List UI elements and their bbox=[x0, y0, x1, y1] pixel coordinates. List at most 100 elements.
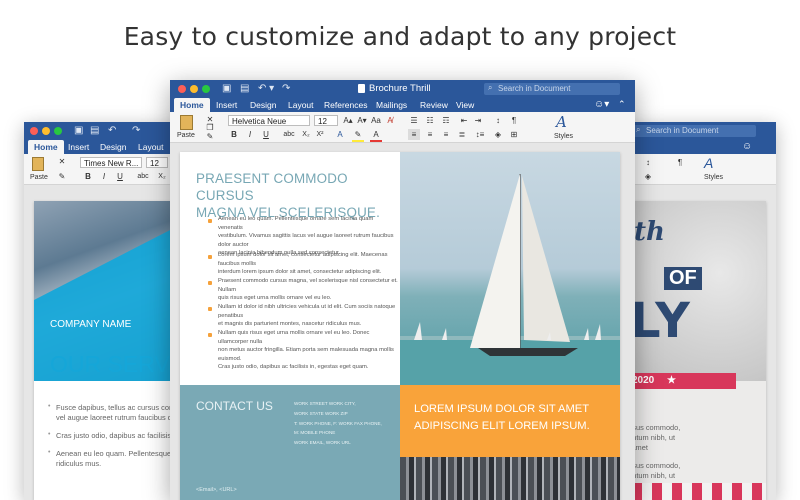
styles-label[interactable]: Styles bbox=[704, 174, 723, 181]
search-icon: ⌕ bbox=[636, 125, 641, 134]
bullets-button[interactable]: ☰ bbox=[408, 115, 420, 126]
smiley-icon[interactable]: ☺ bbox=[742, 141, 752, 152]
company-name: COMPANY NAME bbox=[50, 319, 132, 330]
sidebar-icon[interactable]: ▣ bbox=[74, 125, 83, 136]
font-name-box[interactable]: Helvetica Neue bbox=[228, 115, 310, 126]
tab-review[interactable]: Review bbox=[414, 98, 454, 112]
bullet-icon bbox=[208, 255, 212, 259]
undo-icon[interactable]: ↶ ▾ bbox=[258, 83, 274, 94]
tab-mailings[interactable]: Mailings bbox=[370, 98, 413, 112]
borders-button[interactable]: ⊞ bbox=[508, 129, 520, 140]
zoom-button[interactable] bbox=[202, 85, 210, 93]
font-name-box[interactable]: Times New R... bbox=[80, 157, 142, 168]
strikethrough-button[interactable]: abc bbox=[280, 129, 298, 140]
bold-button[interactable]: B bbox=[228, 129, 240, 140]
align-right-button[interactable]: ≡ bbox=[440, 129, 452, 140]
tab-layout[interactable]: Layout bbox=[132, 140, 170, 154]
tab-design[interactable]: Design bbox=[244, 98, 282, 112]
sidebar-icon[interactable]: ▣ bbox=[222, 83, 231, 94]
multilevel-list-button[interactable]: ☶ bbox=[440, 115, 452, 126]
bold-button[interactable]: B bbox=[82, 171, 94, 182]
superscript-button[interactable]: X² bbox=[314, 129, 326, 140]
tab-home[interactable]: Home bbox=[174, 98, 210, 112]
subscript-button[interactable]: X₂ bbox=[156, 171, 168, 182]
tab-view[interactable]: View bbox=[450, 98, 480, 112]
text-effects-button[interactable]: A bbox=[334, 129, 346, 140]
close-button[interactable] bbox=[178, 85, 186, 93]
underline-button[interactable]: U bbox=[260, 129, 272, 140]
align-left-button[interactable]: ≡ bbox=[408, 129, 420, 140]
year-ribbon: 2020 ★ bbox=[618, 373, 736, 389]
styles-icon[interactable]: A bbox=[704, 155, 713, 171]
increase-indent-button[interactable]: ⇥ bbox=[472, 115, 484, 126]
save-icon[interactable]: ▤ bbox=[240, 83, 249, 94]
paste-icon[interactable] bbox=[32, 157, 44, 171]
redo-icon[interactable]: ↷ bbox=[282, 83, 290, 94]
change-case-button[interactable]: Aa bbox=[370, 115, 382, 126]
strikethrough-button[interactable]: abc bbox=[134, 171, 152, 182]
decrease-indent-button[interactable]: ⇤ bbox=[458, 115, 470, 126]
grow-font-button[interactable]: A▴ bbox=[342, 115, 354, 126]
line-spacing-button[interactable]: ↕≡ bbox=[474, 129, 486, 140]
contact-title: CONTACT US bbox=[196, 399, 273, 413]
search-input[interactable]: Search in Document bbox=[484, 83, 620, 95]
search-input[interactable]: Search in Document bbox=[632, 125, 756, 137]
italic-button[interactable]: I bbox=[244, 129, 256, 140]
save-icon[interactable]: ▤ bbox=[90, 125, 99, 136]
fill-icon[interactable]: ◈ bbox=[642, 171, 654, 182]
shrink-font-button[interactable]: A▾ bbox=[356, 115, 368, 126]
poster-of: OF bbox=[664, 267, 702, 290]
font-color-button[interactable]: A bbox=[370, 129, 382, 142]
minimize-button[interactable] bbox=[42, 127, 50, 135]
tab-layout[interactable]: Layout bbox=[282, 98, 320, 112]
shading-button[interactable]: ◈ bbox=[492, 129, 504, 140]
font-size-box[interactable]: 12 bbox=[146, 157, 168, 168]
justify-button[interactable]: ≣ bbox=[456, 129, 468, 140]
cut-icon[interactable]: ✕ bbox=[56, 156, 68, 167]
ribbon: Paste ✕ ✎ Times New R... 12 B I U abc X₂ bbox=[24, 154, 184, 185]
title-bar: Search in Document ⌕ bbox=[612, 122, 776, 140]
paste-icon[interactable] bbox=[180, 115, 193, 130]
sort-icon[interactable]: ↕ bbox=[642, 157, 654, 168]
bullet-icon bbox=[208, 281, 212, 285]
italic-button[interactable]: I bbox=[98, 171, 110, 182]
paste-label[interactable]: Paste bbox=[30, 174, 48, 181]
minimize-button[interactable] bbox=[190, 85, 198, 93]
list-item: • Fusce dapibus, tellus ac cursus com vel … bbox=[48, 403, 176, 422]
styles-label[interactable]: Styles bbox=[554, 133, 573, 140]
year-text: 2020 bbox=[632, 375, 655, 386]
list-item: • Cras justo odio, dapibus ac facilisis bbox=[48, 431, 172, 440]
format-painter-icon[interactable]: ✎ bbox=[204, 131, 216, 142]
tab-references[interactable]: References bbox=[318, 98, 373, 112]
zoom-button[interactable] bbox=[54, 127, 62, 135]
clear-formatting-button[interactable]: A̸ bbox=[384, 115, 396, 126]
align-center-button[interactable]: ≡ bbox=[424, 129, 436, 140]
highlight-button[interactable]: ✎ bbox=[352, 129, 364, 142]
font-size-box[interactable]: 12 bbox=[314, 115, 338, 126]
back-left-window: ▣ ▤ ↶ ↷ Home Insert Design Layout Paste … bbox=[24, 122, 184, 500]
brochure-page: PRAESENT COMMODO CURSUS MAGNA VEL SCELER… bbox=[180, 152, 620, 500]
redo-icon[interactable]: ↷ bbox=[132, 125, 140, 136]
sailboat-photo bbox=[400, 152, 620, 385]
undo-icon[interactable]: ↶ bbox=[108, 125, 116, 136]
styles-icon[interactable]: A bbox=[556, 113, 567, 131]
subscript-button[interactable]: X₂ bbox=[300, 129, 312, 140]
show-marks-button[interactable]: ¶ bbox=[508, 115, 520, 126]
tab-insert[interactable]: Insert bbox=[62, 140, 95, 154]
paragraph-icon[interactable]: ¶ bbox=[674, 157, 686, 168]
bullet-icon bbox=[208, 219, 212, 223]
smiley-icon[interactable]: ☺▾ bbox=[594, 99, 609, 110]
brochure-heading: PRAESENT COMMODO CURSUS MAGNA VEL SCELER… bbox=[196, 170, 396, 221]
sort-button[interactable]: ↕ bbox=[492, 115, 504, 126]
numbering-button[interactable]: ☷ bbox=[424, 115, 436, 126]
tab-insert[interactable]: Insert bbox=[210, 98, 243, 112]
window-title: Brochure Thrill bbox=[369, 83, 431, 94]
collapse-ribbon-icon[interactable]: ⌃ bbox=[618, 99, 626, 110]
tab-design[interactable]: Design bbox=[94, 140, 132, 154]
underline-button[interactable]: U bbox=[114, 171, 126, 182]
close-button[interactable] bbox=[30, 127, 38, 135]
tab-home[interactable]: Home bbox=[28, 140, 64, 154]
front-window: ▣ ▤ ↶ ▾ ↷ Brochure Thrill Search in Docu… bbox=[170, 80, 635, 500]
format-painter-icon[interactable]: ✎ bbox=[56, 171, 68, 182]
paste-label[interactable]: Paste bbox=[177, 132, 195, 139]
